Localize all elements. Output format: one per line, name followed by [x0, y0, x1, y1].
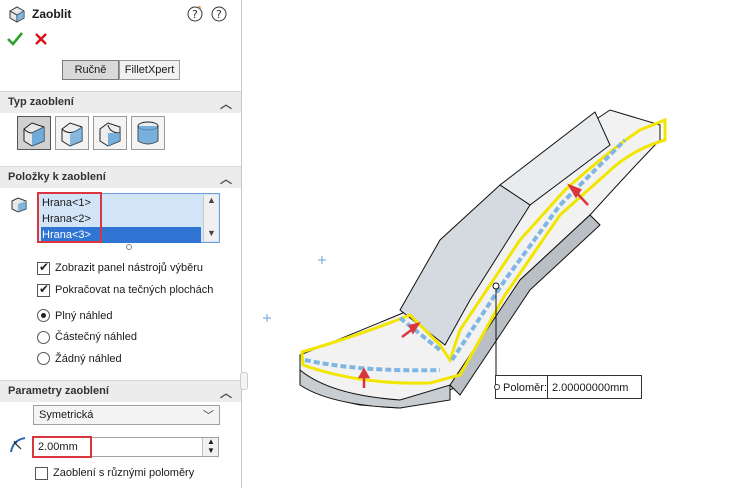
svg-text:?: ?	[216, 8, 222, 21]
section-title: Typ zaoblení	[8, 96, 74, 108]
callout-label: Poloměr:	[503, 382, 548, 394]
callout-value[interactable]: 2.00000000mm	[552, 382, 628, 394]
checkbox-label: Zaoblení s různými poloměry	[53, 467, 195, 479]
section-fillet-parameters[interactable]: Parametry zaoblení ︿	[0, 380, 241, 402]
partial-preview-radio[interactable]	[37, 331, 50, 344]
graphics-viewport[interactable]: Poloměr: 2.00000000mm	[243, 0, 750, 488]
fillet-feature-icon	[8, 5, 26, 26]
origin-marker-icon	[263, 314, 271, 322]
checkbox-label: Pokračovat na tečných plochách	[55, 284, 214, 296]
edge-selection-icon	[10, 196, 28, 217]
scroll-up-icon[interactable]: ▲	[207, 195, 216, 205]
svg-text:*: *	[198, 5, 202, 14]
fillet-method-select[interactable]: Symetrická ﹀	[33, 405, 220, 425]
origin-marker-icon	[318, 256, 326, 264]
section-title: Parametry zaoblení	[8, 385, 109, 397]
multi-radius-checkbox[interactable]	[35, 467, 48, 480]
radio-label: Plný náhled	[55, 310, 113, 322]
panel-title: Zaoblit	[32, 7, 72, 21]
face-fillet-icon[interactable]	[93, 116, 127, 150]
section-title: Položky k zaoblení	[8, 171, 106, 183]
full-round-fillet-icon[interactable]	[131, 116, 165, 150]
show-selection-toolbar-checkbox[interactable]: ✔	[37, 260, 50, 275]
increment-icon[interactable]: ▲	[207, 437, 215, 446]
checkmark-icon[interactable]	[7, 32, 24, 49]
constant-size-fillet-icon[interactable]	[17, 116, 51, 150]
tab-manual[interactable]: Ručně	[62, 60, 119, 80]
full-preview-radio[interactable]	[37, 309, 50, 322]
decrement-icon[interactable]: ▼	[207, 446, 215, 455]
help-icon[interactable]: ?	[211, 5, 228, 25]
chevron-up-icon[interactable]: ︿	[220, 170, 232, 187]
section-items-to-fillet[interactable]: Položky k zaoblení ︿	[0, 166, 241, 188]
callout-handle[interactable]	[494, 384, 500, 390]
chevron-down-icon[interactable]: ﹀	[203, 407, 214, 423]
checkbox-label: Zobrazit panel nástrojů výběru	[55, 262, 203, 274]
list-scrollbar[interactable]: ▲ ▼	[203, 195, 218, 241]
radio-label: Žádný náhled	[55, 353, 122, 365]
scroll-down-icon[interactable]: ▼	[207, 228, 216, 238]
select-value: Symetrická	[39, 409, 94, 421]
tab-filletxpert[interactable]: FilletXpert	[119, 60, 180, 80]
callout-divider	[547, 376, 548, 398]
chevron-up-icon[interactable]: ︿	[220, 95, 232, 112]
question-star-icon[interactable]: ? *	[187, 4, 204, 25]
variable-size-fillet-icon[interactable]	[55, 116, 89, 150]
radio-label: Částečný náhled	[55, 331, 137, 343]
highlight-box	[37, 192, 102, 243]
chevron-up-icon[interactable]: ︿	[220, 384, 232, 401]
close-icon[interactable]	[34, 32, 48, 49]
tangent-propagation-checkbox[interactable]: ✔	[37, 282, 50, 297]
radius-icon	[9, 435, 29, 456]
resize-handle[interactable]	[126, 244, 132, 250]
no-preview-radio[interactable]	[37, 352, 50, 365]
fillet-model-3d	[263, 109, 667, 409]
radius-callout[interactable]: Poloměr: 2.00000000mm	[494, 375, 642, 399]
property-manager-panel: Zaoblit ? * ? Ručně FilletXpert Typ zaobl…	[0, 0, 242, 488]
radius-stepper[interactable]: ▲ ▼	[202, 437, 218, 456]
highlight-box	[32, 436, 92, 458]
section-fillet-type[interactable]: Typ zaoblení ︿	[0, 91, 241, 113]
